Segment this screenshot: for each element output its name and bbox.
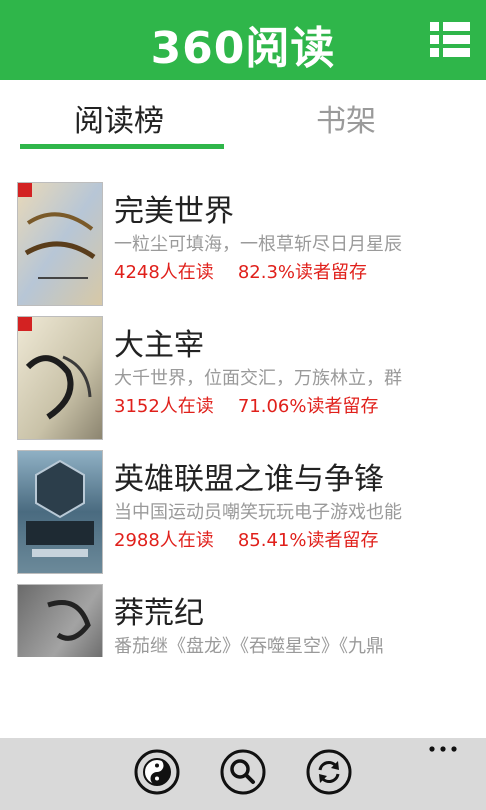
refresh-icon[interactable] bbox=[305, 748, 353, 796]
book-stats: 4248人在读 82.3%读者留存 bbox=[114, 258, 367, 284]
yin-yang-icon[interactable] bbox=[133, 748, 181, 796]
retention-rate: 71.06%读者留存 bbox=[237, 396, 379, 417]
book-title: 完美世界 bbox=[114, 194, 234, 229]
readers-count: 4248人在读 bbox=[114, 262, 214, 283]
book-stats: 2988人在读 85.41%读者留存 bbox=[114, 526, 378, 552]
book-cover bbox=[17, 584, 103, 657]
list-menu-icon[interactable] bbox=[430, 20, 470, 60]
readers-count: 2988人在读 bbox=[114, 530, 214, 551]
book-description: 当中国运动员嘲笑玩玩电子游戏也能 bbox=[114, 502, 402, 523]
app-header: 360阅读 bbox=[0, 0, 486, 80]
search-icon[interactable] bbox=[219, 748, 267, 796]
book-description: 一粒尘可填海，一根草斩尽日月星辰 bbox=[114, 234, 402, 255]
app-title: 360阅读 bbox=[150, 23, 336, 74]
book-item[interactable]: 大主宰 大千世界，位面交汇，万族林立，群 3152人在读 71.06%读者留存 bbox=[0, 316, 486, 440]
retention-rate: 85.41%读者留存 bbox=[237, 530, 379, 551]
book-cover bbox=[17, 316, 103, 440]
book-cover bbox=[17, 450, 103, 574]
tab-bar: 阅读榜 书架 bbox=[0, 80, 486, 150]
retention-rate: 82.3%读者留存 bbox=[237, 262, 367, 283]
book-item[interactable]: 完美世界 一粒尘可填海，一根草斩尽日月星辰 4248人在读 82.3%读者留存 bbox=[0, 182, 486, 306]
book-description: 大千世界，位面交汇，万族林立，群 bbox=[114, 368, 402, 389]
book-stats: 3152人在读 71.06%读者留存 bbox=[114, 392, 378, 418]
tab-reading-rank[interactable]: 阅读榜 bbox=[74, 96, 164, 140]
book-description: 番茄继《盘龙》《吞噬星空》《九鼎 bbox=[114, 636, 384, 657]
book-item[interactable]: 英雄联盟之谁与争锋 当中国运动员嘲笑玩玩电子游戏也能 2988人在读 85.41%… bbox=[0, 450, 486, 574]
more-ellipsis-icon[interactable] bbox=[428, 744, 458, 754]
tab-bookshelf[interactable]: 书架 bbox=[316, 96, 376, 140]
book-list: 完美世界 一粒尘可填海，一根草斩尽日月星辰 4248人在读 82.3%读者留存 大… bbox=[0, 182, 486, 657]
active-tab-indicator bbox=[20, 144, 224, 149]
book-item[interactable]: 莽荒纪 番茄继《盘龙》《吞噬星空》《九鼎 bbox=[0, 584, 486, 657]
book-title: 莽荒纪 bbox=[114, 596, 204, 631]
book-title: 大主宰 bbox=[114, 328, 204, 363]
readers-count: 3152人在读 bbox=[114, 396, 214, 417]
book-cover bbox=[17, 182, 103, 306]
book-title: 英雄联盟之谁与争锋 bbox=[114, 462, 384, 497]
app-bar bbox=[0, 738, 486, 810]
